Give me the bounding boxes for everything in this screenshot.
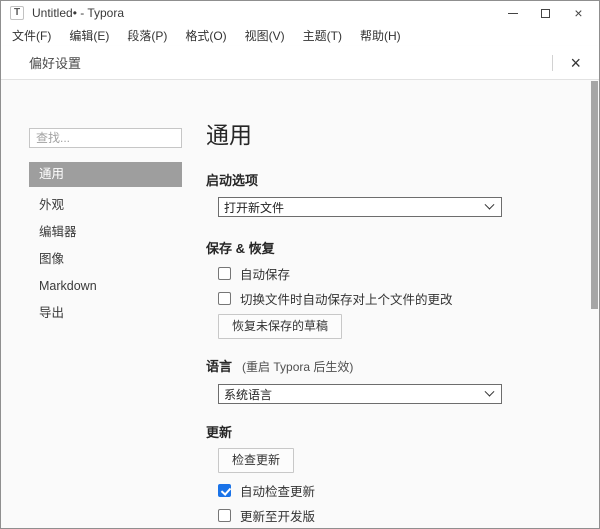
menu-view[interactable]: 视图(V) bbox=[236, 24, 294, 47]
chevron-down-icon bbox=[484, 199, 495, 210]
scrollbar-thumb[interactable] bbox=[591, 81, 598, 309]
sidebar-item-general[interactable]: 通用 bbox=[29, 162, 182, 187]
menu-paragraph[interactable]: 段落(P) bbox=[118, 24, 176, 47]
startup-select-value: 打开新文件 bbox=[224, 200, 285, 215]
typora-window: T Untitled• - Typora × 文件(F) 编辑(E) 段落(P)… bbox=[0, 0, 600, 529]
menu-file[interactable]: 文件(F) bbox=[3, 24, 60, 47]
preferences-title: 偏好设置 bbox=[29, 56, 82, 71]
language-restart-note: (重启 Typora 后生效) bbox=[242, 360, 354, 374]
maximize-button[interactable] bbox=[529, 1, 562, 25]
close-icon: × bbox=[574, 5, 583, 21]
auto-check-update-checkbox[interactable] bbox=[218, 484, 231, 497]
menu-help[interactable]: 帮助(H) bbox=[351, 24, 410, 47]
maximize-icon bbox=[541, 8, 550, 18]
window-title: Untitled• - Typora bbox=[32, 6, 125, 20]
sidebar-nav: 通用 外观 编辑器 图像 Markdown 导出 bbox=[29, 162, 182, 326]
language-section-label: 语言 bbox=[206, 359, 233, 374]
sidebar-item-editor[interactable]: 编辑器 bbox=[29, 220, 182, 245]
sidebar-item-export[interactable]: 导出 bbox=[29, 301, 182, 326]
sidebar-item-image[interactable]: 图像 bbox=[29, 247, 182, 272]
scrollbar-track[interactable] bbox=[589, 80, 599, 528]
check-update-button[interactable]: 检查更新 bbox=[218, 448, 295, 473]
sidebar-item-markdown[interactable]: Markdown bbox=[29, 274, 182, 299]
language-section-header: 语言 (重启 Typora 后生效) bbox=[206, 358, 506, 375]
close-button[interactable]: × bbox=[562, 1, 595, 25]
auto-save-checkbox-row[interactable]: 自动保存 bbox=[218, 266, 506, 282]
update-section-label: 更新 bbox=[206, 425, 233, 440]
page-title: 通用 bbox=[206, 122, 252, 148]
save-restore-section-label: 保存 & 恢复 bbox=[206, 241, 275, 256]
menu-bar: 文件(F) 编辑(E) 段落(P) 格式(O) 视图(V) 主题(T) 帮助(H… bbox=[1, 25, 599, 46]
chevron-down-icon bbox=[484, 386, 495, 397]
auto-check-update-checkbox-row[interactable]: 自动检查更新 bbox=[218, 483, 506, 499]
auto-save-label: 自动保存 bbox=[240, 268, 291, 282]
main-panel: 通用 启动选项 打开新文件 保存 & 恢复 自动保存 切换文件时自动保存对上个文… bbox=[206, 80, 506, 528]
sidebar: 通用 外观 编辑器 图像 Markdown 导出 bbox=[29, 128, 182, 328]
dev-channel-checkbox[interactable] bbox=[218, 509, 231, 522]
language-select-value: 系统语言 bbox=[224, 387, 273, 402]
dev-channel-label: 更新至开发版 bbox=[240, 510, 316, 524]
sidebar-item-appearance[interactable]: 外观 bbox=[29, 193, 182, 218]
preferences-content: 通用 外观 编辑器 图像 Markdown 导出 通用 启动选项 打开新文件 保… bbox=[1, 80, 599, 528]
save-on-switch-checkbox-row[interactable]: 切换文件时自动保存对上个文件的更改 bbox=[218, 291, 506, 307]
auto-check-update-label: 自动检查更新 bbox=[240, 485, 316, 499]
search-input[interactable] bbox=[29, 128, 182, 148]
menu-theme[interactable]: 主题(T) bbox=[294, 24, 351, 47]
dev-channel-checkbox-row[interactable]: 更新至开发版 bbox=[218, 508, 506, 524]
window-controls: × bbox=[496, 1, 595, 25]
auto-save-checkbox[interactable] bbox=[218, 267, 231, 280]
startup-select[interactable]: 打开新文件 bbox=[218, 197, 502, 217]
preferences-header-right: × bbox=[552, 46, 599, 80]
minimize-icon bbox=[507, 12, 518, 14]
menu-format[interactable]: 格式(O) bbox=[176, 24, 235, 47]
menu-edit[interactable]: 编辑(E) bbox=[60, 24, 118, 47]
restore-drafts-button[interactable]: 恢复未保存的草稿 bbox=[218, 314, 343, 339]
preferences-header: 偏好设置 × bbox=[1, 46, 599, 80]
preferences-close-icon[interactable]: × bbox=[553, 54, 599, 72]
typora-app-icon: T bbox=[10, 6, 24, 20]
minimize-button[interactable] bbox=[496, 1, 529, 25]
startup-section-label: 启动选项 bbox=[206, 173, 259, 188]
language-select[interactable]: 系统语言 bbox=[218, 384, 502, 404]
title-bar: T Untitled• - Typora × bbox=[1, 1, 599, 25]
save-on-switch-checkbox[interactable] bbox=[218, 292, 231, 305]
